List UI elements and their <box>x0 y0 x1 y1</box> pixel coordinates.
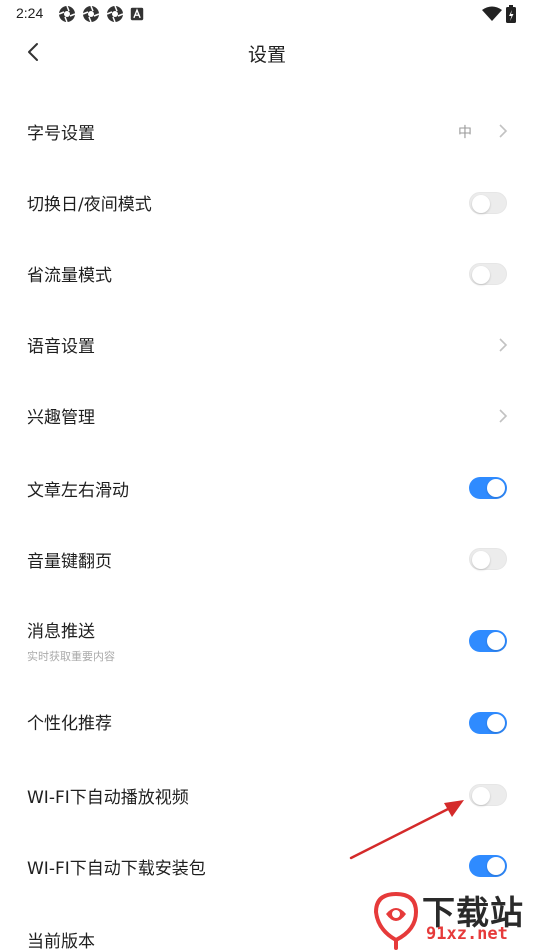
toggle-knob <box>487 857 505 875</box>
wifi-icon <box>482 6 502 21</box>
toggle-switch[interactable] <box>469 784 507 806</box>
setting-value: 中 <box>458 125 472 141</box>
status-time: 2:24 <box>16 5 44 21</box>
setting-label: 音量键翻页 <box>27 552 112 572</box>
toggle-switch[interactable] <box>469 263 507 285</box>
setting-sublabel: 实时获取重要内容 <box>27 650 115 663</box>
setting-article-swipe: 文章左右滑动 <box>0 450 534 521</box>
setting-label: 个性化推荐 <box>27 714 112 734</box>
toggle-knob <box>472 266 490 284</box>
chevron-right-icon <box>499 338 508 352</box>
toggle-knob <box>487 632 505 650</box>
setting-label: 切换日/夜间模式 <box>27 195 152 215</box>
toggle-knob <box>472 195 490 213</box>
setting-volume-key-paging: 音量键翻页 <box>0 521 534 592</box>
watermark-logo: 下载站 91xz.net <box>366 884 534 950</box>
setting-label: WI-FI下自动下载安装包 <box>27 859 206 879</box>
setting-label: 语音设置 <box>27 337 95 357</box>
status-bar: 2:24 <box>0 0 534 28</box>
toggle-switch[interactable] <box>469 548 507 570</box>
toggle-knob <box>487 714 505 732</box>
setting-label: 兴趣管理 <box>27 408 95 428</box>
setting-label: 文章左右滑动 <box>27 481 129 501</box>
setting-label: 字号设置 <box>27 124 95 144</box>
toggle-switch[interactable] <box>469 630 507 652</box>
setting-font-size[interactable]: 字号设置 中 <box>0 95 534 166</box>
toggle-knob <box>472 551 490 569</box>
setting-label: 省流量模式 <box>27 266 112 286</box>
toggle-switch[interactable] <box>469 712 507 734</box>
toggle-switch[interactable] <box>469 192 507 214</box>
setting-label: WI-FI下自动播放视频 <box>27 788 189 808</box>
toggle-knob <box>487 479 505 497</box>
toggle-knob <box>472 787 490 805</box>
setting-push-notifications: 消息推送 实时获取重要内容 <box>0 595 534 666</box>
logo-mark-icon <box>373 891 419 950</box>
battery-icon <box>506 5 516 23</box>
chevron-right-icon <box>499 409 508 423</box>
setting-label: 当前版本 <box>27 932 95 952</box>
watermark-url: 91xz.net <box>426 924 508 944</box>
toggle-switch[interactable] <box>469 855 507 877</box>
setting-interests[interactable]: 兴趣管理 <box>0 379 534 450</box>
system-icons <box>482 5 516 23</box>
aperture-icon <box>58 5 76 23</box>
setting-voice[interactable]: 语音设置 <box>0 308 534 379</box>
toggle-switch[interactable] <box>469 477 507 499</box>
annotation-arrow-icon <box>349 800 464 860</box>
page-title: 设置 <box>247 44 286 66</box>
notification-a-icon <box>130 7 144 21</box>
setting-day-night-mode: 切换日/夜间模式 <box>0 166 534 237</box>
aperture-icon <box>82 5 100 23</box>
setting-personalized-recommend: 个性化推荐 <box>0 683 534 754</box>
setting-label: 消息推送 <box>27 622 95 642</box>
setting-data-saver: 省流量模式 <box>0 237 534 308</box>
header: 设置 <box>0 28 534 76</box>
aperture-icon <box>106 5 124 23</box>
chevron-right-icon <box>499 124 508 138</box>
notification-icons <box>58 5 144 23</box>
